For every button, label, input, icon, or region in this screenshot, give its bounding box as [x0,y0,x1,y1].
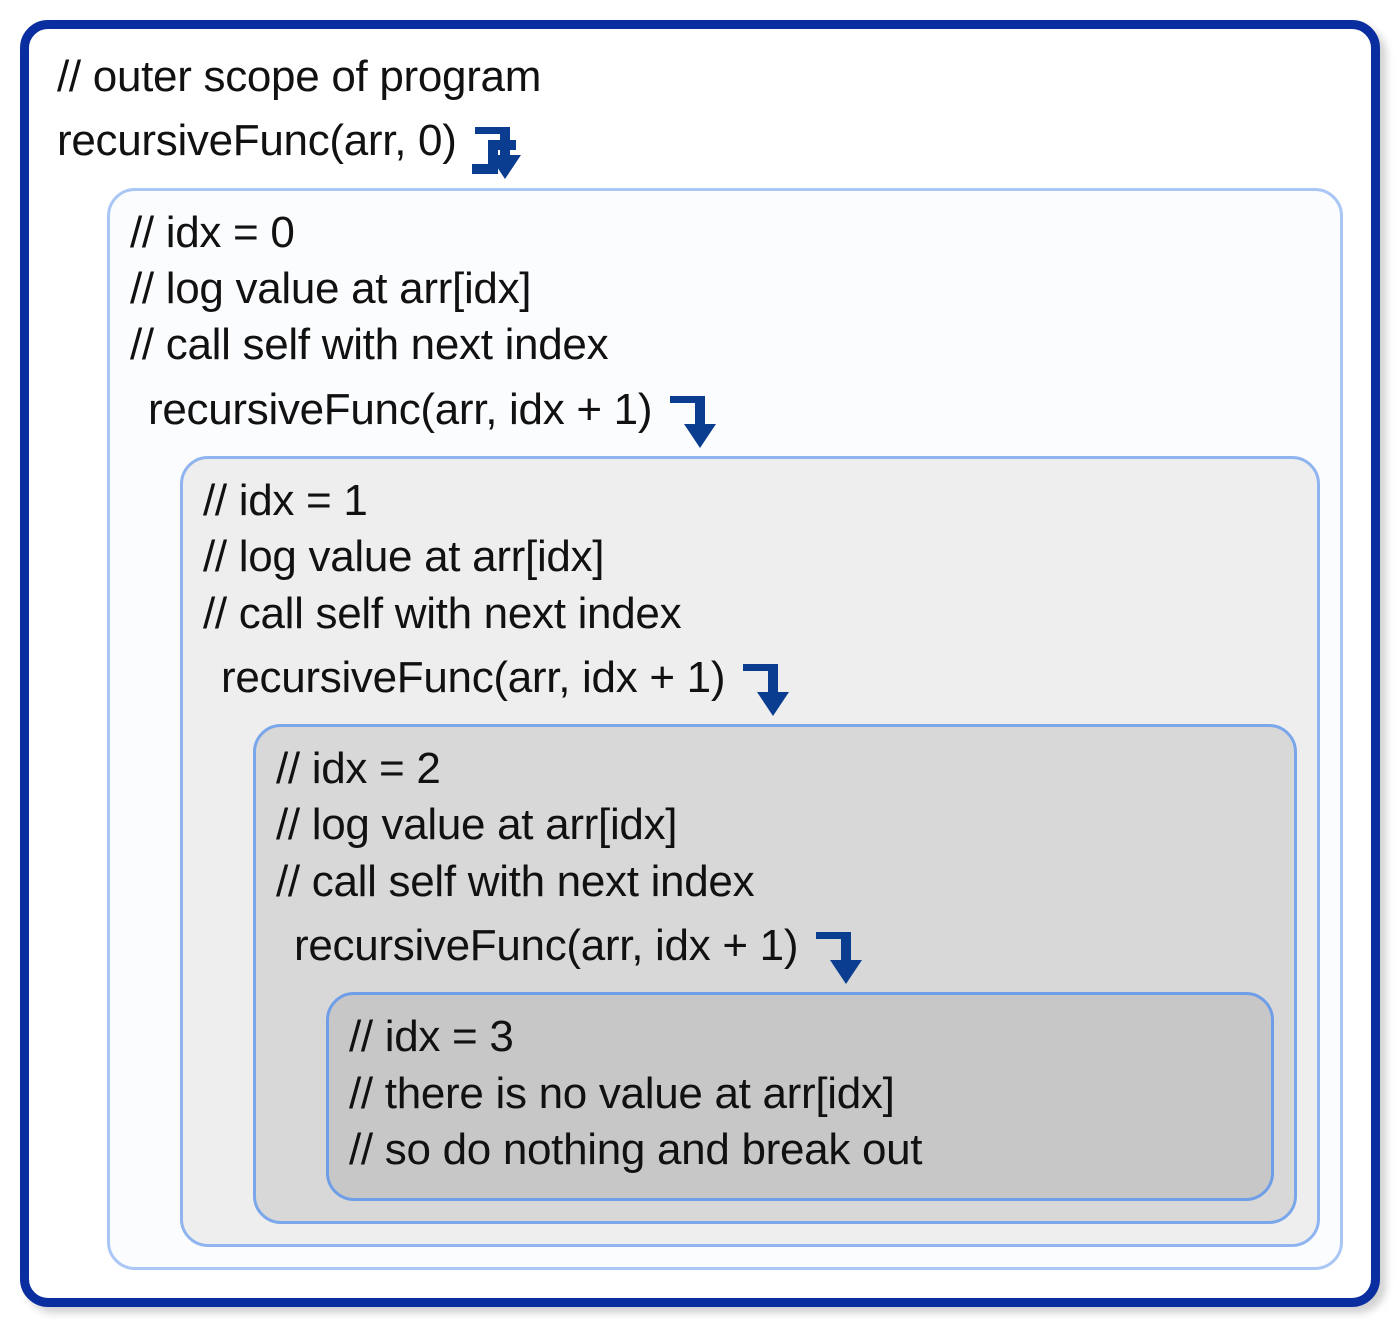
idx1-call-text: recursiveFunc(arr, idx + 1) [221,653,725,702]
down-right-arrow-icon [739,642,793,718]
outer-call-text: recursiveFunc(arr, 0) [57,116,457,165]
idx1-line2: // log value at arr[idx] [203,529,1297,585]
scope-idx-3-box: // idx = 3 // there is no value at arr[i… [326,992,1274,1201]
scope-idx-2-box: // idx = 2 // log value at arr[idx] // c… [253,724,1297,1224]
scope-idx-0-box: // idx = 0 // log value at arr[idx] // c… [107,188,1343,1271]
down-right-arrow-icon [812,910,866,986]
idx0-call-text: recursiveFunc(arr, idx + 1) [148,384,652,433]
idx2-line1: // idx = 2 [276,741,1274,797]
idx2-call-text: recursiveFunc(arr, idx + 1) [294,921,798,970]
idx0-line2: // log value at arr[idx] [130,261,1320,317]
idx0-line1: // idx = 0 [130,205,1320,261]
idx2-call-line: recursiveFunc(arr, idx + 1) [276,910,1274,986]
idx3-line1: // idx = 3 [349,1009,1251,1065]
idx2-line3: // call self with next index [276,854,1274,910]
idx0-line3: // call self with next index [130,317,1320,373]
outer-comment: // outer scope of program [57,49,1343,105]
idx1-line3: // call self with next index [203,586,1297,642]
scope-idx-1-box: // idx = 1 // log value at arr[idx] // c… [180,456,1320,1247]
idx2-line2: // log value at arr[idx] [276,797,1274,853]
idx0-call-line: recursiveFunc(arr, idx + 1) [130,374,1320,450]
down-right-arrow-icon [666,374,720,450]
outer-call-line: recursiveFunc(arr, 0) [57,105,1343,181]
idx3-line2: // there is no value at arr[idx] [349,1066,1251,1122]
outer-scope-box: // outer scope of program recursiveFunc(… [20,20,1380,1307]
idx1-line1: // idx = 1 [203,473,1297,529]
idx1-call-line: recursiveFunc(arr, idx + 1) [203,642,1297,718]
down-right-arrow-icon [471,105,525,181]
idx3-line3: // so do nothing and break out [349,1122,1251,1178]
